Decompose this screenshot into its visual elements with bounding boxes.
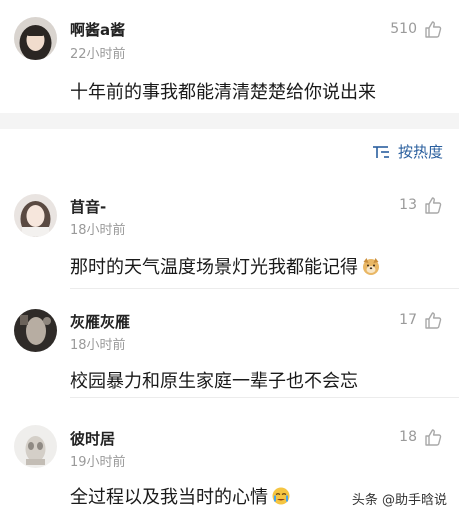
like-button[interactable]: 13 [399, 195, 443, 215]
like-count: 18 [399, 429, 417, 445]
avatar[interactable] [14, 309, 57, 352]
avatar[interactable] [14, 425, 57, 468]
timestamp: 18小时前 [70, 338, 126, 353]
watermark: 头条 @助手晗说 [347, 488, 451, 509]
avatar[interactable] [14, 17, 57, 60]
like-count: 17 [399, 312, 417, 328]
username[interactable]: 啊酱a酱 [70, 19, 125, 40]
sort-label: 按热度 [397, 143, 443, 161]
reply-item: 苜音- 18小时前 13 那时的天气温度场景灯光我都能记得 [0, 180, 459, 288]
timestamp: 19小时前 [70, 455, 126, 470]
reply-item: 灰雁灰雁 18小时前 17 校园暴力和原生家庭一辈子也不会忘 [0, 288, 459, 396]
timestamp: 22小时前 [70, 47, 126, 62]
timestamp: 18小时前 [70, 223, 126, 238]
comment-text: 全过程以及我当时的心情 [70, 483, 291, 509]
like-button[interactable]: 510 [390, 19, 443, 39]
comment-text: 校园暴力和原生家庭一辈子也不会忘 [70, 371, 358, 392]
thumbs-up-icon [425, 21, 442, 38]
username[interactable]: 灰雁灰雁 [70, 311, 130, 332]
like-button[interactable]: 18 [399, 427, 443, 447]
comment-text-content: 那时的天气温度场景灯光我都能记得 [70, 257, 358, 278]
comment-text-content: 全过程以及我当时的心情 [70, 487, 268, 508]
thumbs-up-icon [425, 197, 442, 214]
thumbs-up-icon [425, 312, 442, 329]
username[interactable]: 苜音- [70, 196, 106, 217]
avatar[interactable] [14, 194, 57, 237]
dog-face-emoji [363, 258, 379, 275]
comment-text: 那时的天气温度场景灯光我都能记得 [70, 253, 381, 279]
like-button[interactable]: 17 [399, 310, 443, 330]
like-count: 510 [390, 21, 417, 37]
sort-by-hot-button[interactable]: 按热度 [372, 141, 443, 162]
comment-top: 啊酱a酱 22小时前 510 十年前的事我都能清清楚楚给你说出来 [0, 0, 459, 113]
sort-icon [372, 145, 389, 158]
crying-face-emoji [272, 487, 290, 505]
like-count: 13 [399, 197, 417, 213]
comment-text: 十年前的事我都能清清楚楚给你说出来 [70, 82, 376, 103]
section-separator [0, 113, 459, 129]
thumbs-up-icon [425, 429, 442, 446]
username[interactable]: 彼时居 [70, 428, 115, 449]
